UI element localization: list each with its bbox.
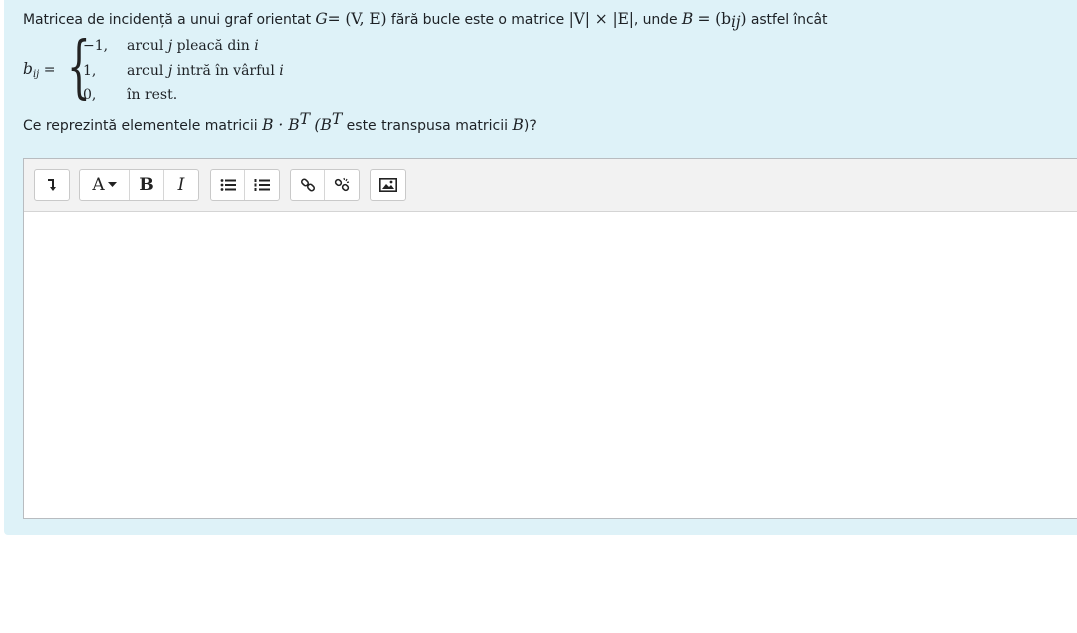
math-ij-sub: ij [730, 13, 741, 31]
case-row: 1, arcul j intră în vârful i [83, 63, 284, 79]
answer-text-area[interactable] [24, 211, 1077, 518]
math-B: B [681, 10, 694, 28]
answer-editor: A B I [23, 158, 1077, 519]
case-text: arcul [127, 63, 164, 79]
piecewise-definition: bij = { −1, arcul j pleacă din i 1, arcul … [23, 32, 343, 108]
case-var: i [279, 63, 284, 79]
q2-prefix: Ce reprezintă elementele matricii [23, 118, 258, 134]
math-VE: = (V, E) [327, 10, 387, 28]
case-var: j [167, 38, 173, 54]
link-icon[interactable] [291, 170, 325, 200]
italic-button[interactable]: I [164, 170, 198, 200]
math-G: G [315, 10, 328, 28]
collapse-toggle-icon[interactable] [35, 170, 69, 200]
math-BT-open: (B [314, 116, 332, 134]
fara-bucle-text: fără bucle este o matrice [390, 12, 565, 28]
bold-button[interactable]: B [130, 170, 164, 200]
astfel-text: astfel încât [750, 12, 828, 28]
case-text: arcul [127, 38, 164, 54]
lhs-b: b [23, 60, 33, 78]
toolbar-group-collapse [34, 169, 70, 201]
q2-mid: este transpusa matricii [346, 118, 509, 134]
lhs-eq: = [43, 62, 56, 78]
case-var: i [254, 38, 259, 54]
unlink-icon[interactable] [325, 170, 359, 200]
case-value: 1, [83, 63, 97, 79]
question-text-line2: Ce reprezintă elementele matricii B · BT… [23, 111, 537, 134]
unde-text: , unde [633, 12, 678, 28]
q2-end: )? [523, 118, 537, 134]
editor-toolbar: A B I [24, 159, 1077, 212]
math-T-sup: T [331, 110, 343, 128]
piecewise-lhs: bij = [23, 60, 56, 80]
case-row: 0, în rest. [83, 87, 177, 103]
case-value: −1, [83, 38, 109, 54]
case-var: j [167, 63, 173, 79]
case-text: intră în vârful [176, 63, 275, 79]
math-close: ) [740, 10, 747, 28]
question-text-line1: Matricea de incidență a unui graf orient… [23, 10, 828, 31]
math-bij: = (b [697, 10, 731, 28]
toolbar-group-format: A B I [79, 169, 199, 201]
image-icon[interactable] [371, 170, 405, 200]
font-style-label: A [92, 175, 105, 195]
math-dims: |V| × |E| [568, 10, 634, 28]
question-panel: Matricea de incidență a unui graf orient… [4, 0, 1077, 535]
unordered-list-icon[interactable] [211, 170, 245, 200]
bold-label: B [139, 175, 154, 195]
intro-text: Matricea de incidență a unui graf orient… [23, 12, 311, 28]
math-B: B [512, 116, 524, 134]
font-style-dropdown[interactable]: A [80, 170, 130, 200]
toolbar-group-lists [210, 169, 280, 201]
case-text: pleacă din [176, 38, 250, 54]
toolbar-group-media [370, 169, 406, 201]
case-text: în rest. [127, 87, 178, 103]
lhs-sub: ij [32, 69, 40, 80]
ordered-list-icon[interactable] [245, 170, 279, 200]
math-T-sup: T [299, 110, 310, 128]
toolbar-group-links [290, 169, 360, 201]
case-value: 0, [83, 87, 97, 103]
italic-label: I [177, 175, 185, 195]
case-row: −1, arcul j pleacă din i [83, 38, 259, 54]
math-BBT: B · B [262, 116, 300, 134]
